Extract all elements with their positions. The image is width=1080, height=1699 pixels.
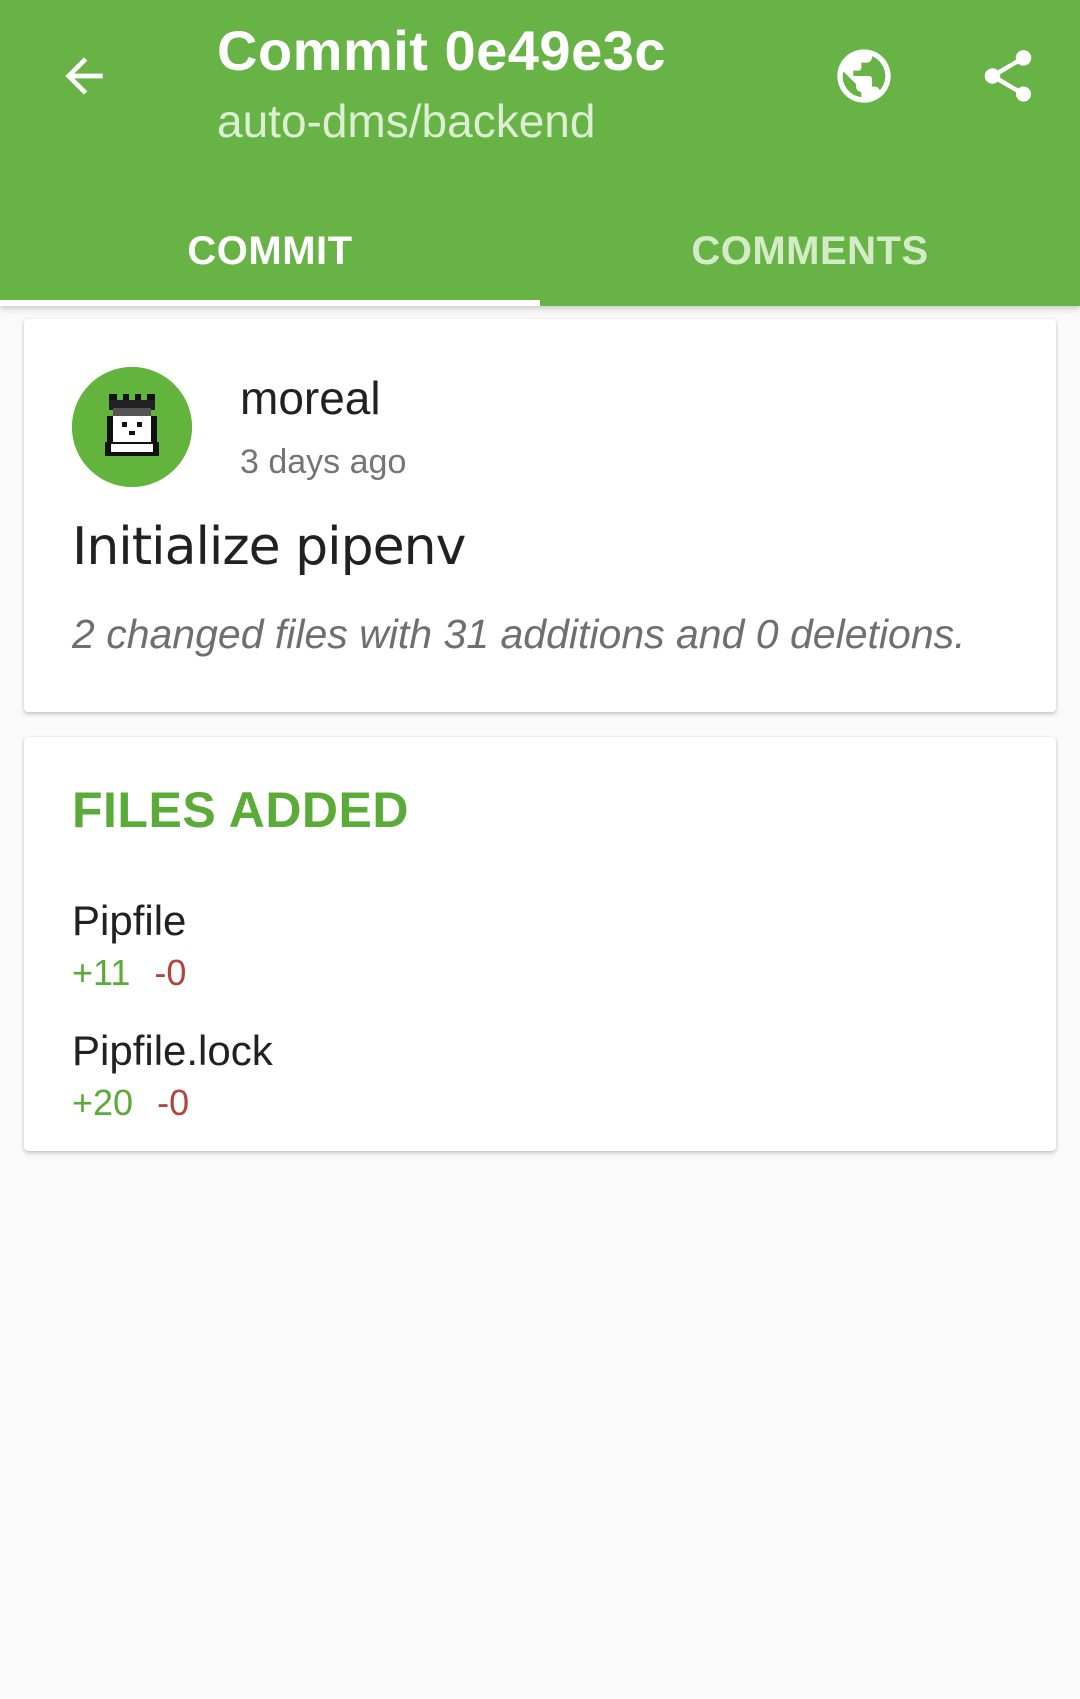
- file-name: Pipfile.lock: [72, 1027, 273, 1074]
- app-bar: Commit 0e49e3c auto-dms/backend COMMIT C…: [0, 0, 1080, 306]
- author-name[interactable]: moreal: [240, 371, 381, 425]
- globe-icon: [832, 44, 896, 113]
- pixel-avatar-icon: [72, 367, 192, 487]
- file-item[interactable]: Pipfile +11 -0: [72, 897, 1012, 1007]
- deletions-count: -0: [157, 1082, 190, 1123]
- tab-comments[interactable]: COMMENTS: [540, 196, 1080, 306]
- deletions-count: -0: [154, 952, 187, 993]
- repository-name[interactable]: auto-dms/backend: [217, 94, 595, 148]
- additions-count: +20: [72, 1082, 134, 1123]
- additions-count: +11: [72, 952, 131, 993]
- back-button[interactable]: [44, 38, 124, 118]
- file-stats: +11 -0: [72, 953, 1012, 993]
- arrow-back-icon: [56, 48, 112, 109]
- files-added-card: FILES ADDED Pipfile +11 -0 Pipfile.lock +…: [24, 737, 1056, 1151]
- commit-time: 3 days ago: [240, 443, 407, 481]
- commit-info-card: moreal 3 days ago Initialize pipenv 2 ch…: [24, 319, 1056, 712]
- tab-commit[interactable]: COMMIT: [0, 196, 540, 306]
- share-button[interactable]: [968, 38, 1048, 118]
- tab-indicator: [0, 300, 540, 306]
- file-name: Pipfile: [72, 897, 187, 944]
- tab-commit-label: COMMIT: [187, 228, 353, 273]
- tab-comments-label: COMMENTS: [691, 228, 929, 273]
- file-stats: +20 -0: [72, 1083, 1012, 1123]
- share-icon: [977, 45, 1039, 112]
- avatar[interactable]: [72, 367, 192, 487]
- file-item[interactable]: Pipfile.lock +20 -0: [72, 1027, 1012, 1137]
- page-title: Commit 0e49e3c: [217, 19, 667, 82]
- open-in-browser-button[interactable]: [824, 38, 904, 118]
- commit-message: Initialize pipenv: [72, 517, 466, 577]
- files-added-header: FILES ADDED: [72, 782, 409, 838]
- tab-bar: COMMIT COMMENTS: [0, 196, 1080, 306]
- change-summary: 2 changed files with 31 additions and 0 …: [72, 611, 966, 657]
